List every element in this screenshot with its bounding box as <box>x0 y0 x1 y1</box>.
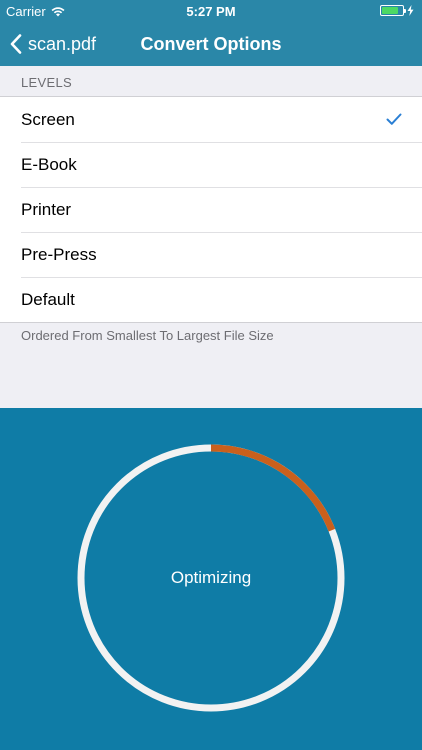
progress-label: Optimizing <box>170 568 252 587</box>
level-option-label: E-Book <box>21 154 77 174</box>
level-option-default[interactable]: Default <box>0 277 422 322</box>
level-option-printer[interactable]: Printer <box>0 187 422 232</box>
level-option-screen[interactable]: Screen <box>0 97 422 142</box>
battery-fill <box>382 7 398 14</box>
battery-tip <box>404 9 406 13</box>
status-time: 5:27 PM <box>186 4 236 19</box>
level-option-prepress[interactable]: Pre-Press <box>0 232 422 277</box>
levels-list: Screen E-Book Printer Pre-Press Default <box>0 96 422 323</box>
levels-section-header: LEVELS <box>21 75 72 90</box>
levels-footer-note: Ordered From Smallest To Largest File Si… <box>21 328 274 343</box>
level-option-label: Printer <box>21 199 72 219</box>
battery-icon <box>380 5 406 16</box>
checkmark-icon <box>386 113 402 125</box>
header: Carrier 5:27 PM scan.pdf Convert Options <box>0 0 422 66</box>
level-option-ebook[interactable]: E-Book <box>0 142 422 187</box>
level-option-label: Screen <box>21 109 75 129</box>
nav-bar: scan.pdf Convert Options <box>0 22 422 66</box>
status-right <box>380 5 414 16</box>
status-bar: Carrier 5:27 PM <box>0 0 422 22</box>
charging-bolt-icon <box>407 5 414 16</box>
level-option-label: Default <box>21 289 75 309</box>
page-title: Convert Options <box>140 34 282 54</box>
level-option-label: Pre-Press <box>21 244 97 264</box>
progress-panel: Optimizing <box>0 408 422 750</box>
